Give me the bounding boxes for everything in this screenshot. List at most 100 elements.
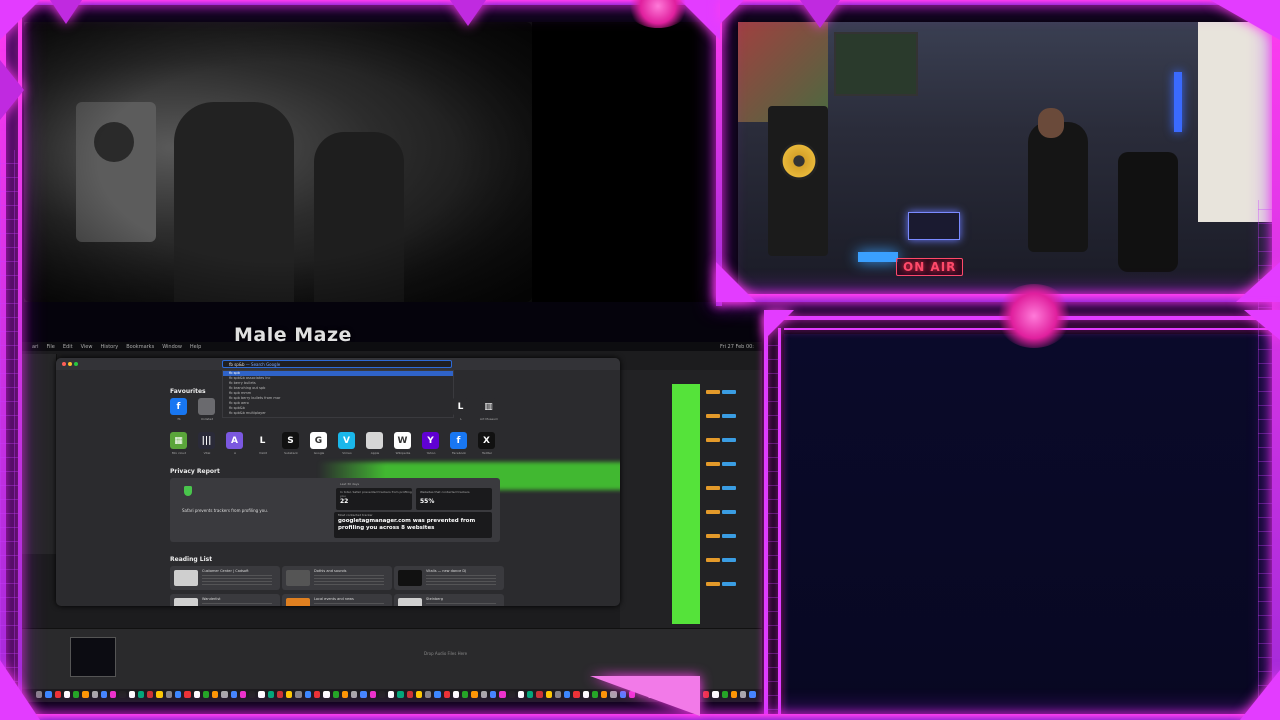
dock-app-icon[interactable] [527, 690, 534, 698]
reading-list-item[interactable]: Dothis and sounds [282, 566, 392, 590]
minimize-button[interactable] [68, 362, 72, 366]
mixer-cell[interactable] [722, 462, 736, 466]
dock-app-icon[interactable] [703, 690, 710, 698]
menu-file[interactable]: File [47, 344, 55, 350]
address-bar[interactable]: fb sp&b — Search Google [222, 360, 452, 368]
mixer-cell[interactable] [706, 582, 720, 586]
dock-app-icon[interactable] [202, 690, 210, 698]
reading-list-item[interactable]: Steinberg [394, 594, 504, 606]
dock-app-icon[interactable] [119, 690, 126, 698]
favourite-facebook[interactable]: f [450, 432, 467, 449]
dock-app-icon[interactable] [230, 690, 237, 698]
dock-app-icon[interactable] [286, 690, 293, 698]
menu-window[interactable]: Window [162, 344, 182, 350]
mixer-cell[interactable] [706, 462, 720, 466]
mixer-cell[interactable] [706, 510, 720, 514]
dock-app-icon[interactable] [147, 690, 154, 698]
dock-app-icon[interactable] [63, 690, 71, 698]
mixer-cell[interactable] [706, 534, 720, 538]
mixer-cell[interactable] [722, 534, 736, 538]
dock-app-icon[interactable] [545, 690, 552, 698]
favourite-twitter[interactable]: X [478, 432, 495, 449]
favourite-l[interactable]: L [452, 398, 469, 415]
dock-app-icon[interactable] [434, 690, 441, 698]
dock-app-icon[interactable] [184, 690, 191, 698]
mixer-cell[interactable] [706, 390, 720, 394]
dock-app-icon[interactable] [45, 690, 52, 698]
mixer-cell[interactable] [722, 558, 736, 562]
dock-app-icon[interactable] [462, 690, 469, 698]
dock-app-icon[interactable] [406, 690, 413, 698]
dock-app-icon[interactable] [54, 690, 61, 698]
dock-app-icon[interactable] [554, 690, 562, 698]
dock-app-icon[interactable] [508, 690, 515, 698]
dock-app-icon[interactable] [110, 690, 117, 698]
dock-app-icon[interactable] [239, 690, 247, 698]
mixer-cell[interactable] [722, 438, 736, 442]
mixer-cell[interactable] [706, 558, 720, 562]
dock-app-icon[interactable] [332, 690, 339, 698]
suggestion-item[interactable]: fb spb&b multiplayer [223, 411, 453, 416]
dock-app-icon[interactable] [100, 690, 108, 698]
favourite-apple[interactable] [366, 432, 383, 449]
dock-app-icon[interactable] [360, 690, 367, 698]
reading-list-item[interactable]: Customer Center | Cadsoft [170, 566, 280, 590]
dock-app-icon[interactable] [517, 690, 525, 698]
dock-app-icon[interactable] [82, 690, 89, 698]
favourite-a[interactable]: A [226, 432, 243, 449]
favourite-art-museum[interactable]: ▥ [480, 398, 497, 415]
zoom-button[interactable] [74, 362, 78, 366]
dock-app-icon[interactable] [276, 690, 284, 698]
favourite-wikipedia[interactable]: W [394, 432, 411, 449]
dock-app-icon[interactable] [304, 690, 311, 698]
dock-app-icon[interactable] [721, 690, 728, 698]
dock-app-icon[interactable] [378, 690, 386, 698]
dock-app-icon[interactable] [564, 690, 571, 698]
close-button[interactable] [62, 362, 66, 366]
reading-list-item[interactable]: Vitalis — new dance DJ [394, 566, 504, 590]
menu-app[interactable]: ari [32, 344, 39, 350]
dock-app-icon[interactable] [249, 690, 256, 698]
dock-app-icon[interactable] [212, 690, 219, 698]
dock-app-icon[interactable] [443, 690, 450, 698]
mixer-cell[interactable] [706, 438, 720, 442]
dock-app-icon[interactable] [323, 690, 330, 698]
dock-app-icon[interactable] [341, 690, 349, 698]
favourite-vimeo[interactable]: V [338, 432, 355, 449]
dock-app-icon[interactable] [425, 690, 432, 698]
dock-app-icon[interactable] [156, 690, 163, 698]
favourite-vizzit[interactable]: L [254, 432, 271, 449]
dock-app-icon[interactable] [480, 690, 488, 698]
dock-app-icon[interactable] [388, 690, 395, 698]
mixer-cell[interactable] [706, 414, 720, 418]
mixer-cell[interactable] [706, 486, 720, 490]
dock-app-icon[interactable] [415, 690, 423, 698]
favourite-mix-cloud[interactable]: ▦ [170, 432, 187, 449]
dock-app-icon[interactable] [499, 690, 506, 698]
mixer-cell[interactable] [722, 510, 736, 514]
reading-list-item[interactable]: Wanderlist [170, 594, 280, 606]
dock-app-icon[interactable] [452, 690, 460, 698]
favourite-google[interactable]: G [310, 432, 327, 449]
dock-app-icon[interactable] [397, 690, 404, 698]
dock-app-icon[interactable] [351, 690, 358, 698]
dock-app-icon[interactable] [471, 690, 478, 698]
dock-app-icon[interactable] [740, 690, 747, 698]
selected-track-column[interactable] [672, 384, 700, 624]
menu-help[interactable]: Help [190, 344, 201, 350]
favourite-vital[interactable]: ||| [198, 432, 215, 449]
favourite-substack[interactable]: S [282, 432, 299, 449]
menu-bookmarks[interactable]: Bookmarks [126, 344, 154, 350]
dock-app-icon[interactable] [137, 690, 145, 698]
menu-history[interactable]: History [100, 344, 118, 350]
dock-app-icon[interactable] [174, 690, 182, 698]
menu-view[interactable]: View [81, 344, 93, 350]
mixer-cell[interactable] [722, 486, 736, 490]
dock-app-icon[interactable] [490, 690, 497, 698]
dock-app-icon[interactable] [73, 690, 80, 698]
dock-app-icon[interactable] [221, 690, 228, 698]
mixer-cell[interactable] [722, 414, 736, 418]
dock-app-icon[interactable] [193, 690, 200, 698]
dock-app-icon[interactable] [712, 690, 719, 698]
dock-app-icon[interactable] [128, 690, 135, 698]
